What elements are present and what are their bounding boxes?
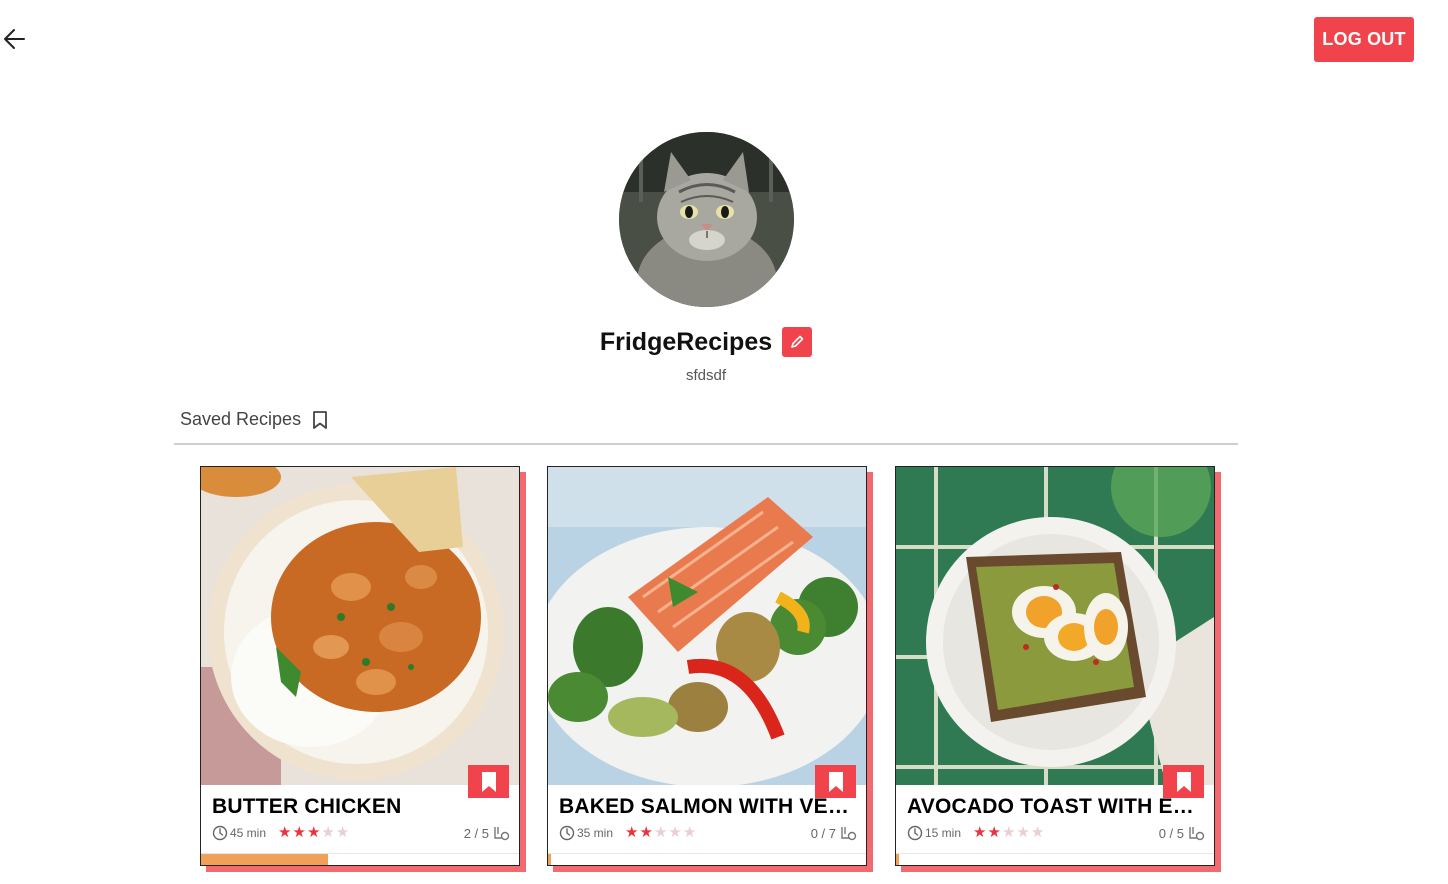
recipe-image	[201, 467, 519, 785]
pencil-icon	[791, 335, 804, 348]
unsave-recipe-button[interactable]	[1163, 765, 1204, 798]
rating-stars: ★ ★ ★ ★ ★	[625, 825, 696, 841]
star-filled-icon: ★	[639, 824, 653, 841]
recipe-title: BUTTER CHICKEN	[212, 795, 402, 818]
star-filled-icon: ★	[278, 824, 292, 841]
recipe-title: BAKED SALMON WITH VEG...	[559, 795, 857, 818]
star-filled-icon: ★	[292, 824, 306, 841]
star-filled-icon: ★	[973, 824, 987, 841]
ingredient-progress-bar	[201, 854, 329, 865]
baked-salmon-image	[548, 467, 866, 785]
ingredients-icon	[494, 827, 510, 841]
recipe-card[interactable]: BUTTER CHICKEN 45 min ★ ★ ★ ★ ★ 2 / 5	[200, 466, 520, 866]
recipe-time: 45 min	[212, 825, 266, 841]
cat-avatar-image	[619, 132, 794, 307]
star-filled-icon: ★	[306, 824, 321, 841]
tab-saved-recipes[interactable]: Saved Recipes	[180, 409, 329, 430]
ingredient-progress-bar	[548, 854, 551, 865]
rating-stars: ★ ★ ★ ★ ★	[278, 825, 349, 841]
profile-subtitle: sfdsdf	[685, 367, 727, 384]
tab-saved-recipes-label: Saved Recipes	[180, 409, 302, 429]
star-empty-icon: ★	[1030, 824, 1045, 841]
bookmark-filled-icon	[481, 771, 496, 792]
recipe-card[interactable]: BAKED SALMON WITH VEG... 35 min ★ ★ ★ ★ ★ 0 …	[547, 466, 867, 866]
recipe-card-wrapper: BAKED SALMON WITH VEG... 35 min ★ ★ ★ ★ ★ 0 …	[547, 466, 874, 872]
progress-track	[548, 853, 866, 854]
arrow-left-icon	[4, 29, 25, 49]
ingredients-icon	[1189, 827, 1205, 841]
star-empty-icon: ★	[682, 824, 697, 841]
edit-profile-button[interactable]	[782, 327, 813, 357]
recipe-time-label: 35 min	[577, 826, 614, 840]
ingredient-count: 0 / 5	[1159, 825, 1205, 841]
star-empty-icon: ★	[321, 824, 335, 841]
recipe-time-label: 15 min	[925, 826, 962, 840]
back-button[interactable]	[2, 26, 30, 54]
star-empty-icon: ★	[653, 824, 668, 841]
ingredient-count-label: 2 / 5	[463, 825, 489, 841]
bookmark-outline-icon	[313, 410, 327, 429]
profile-username: FridgeRecipes	[599, 327, 773, 356]
recipe-card-wrapper: AVOCADO TOAST WITH EGG 15 min ★ ★ ★ ★ ★ 0 / …	[895, 466, 1222, 872]
rating-stars: ★ ★ ★ ★ ★	[973, 825, 1044, 841]
bookmark-filled-icon	[828, 771, 843, 792]
clock-icon	[559, 825, 575, 841]
unsave-recipe-button[interactable]	[815, 765, 856, 798]
star-filled-icon: ★	[987, 824, 1001, 841]
clock-icon	[907, 825, 923, 841]
recipe-title: AVOCADO TOAST WITH EGG	[907, 795, 1205, 818]
recipe-image	[548, 467, 866, 785]
logout-button[interactable]: LOG OUT	[1314, 17, 1414, 62]
star-empty-icon: ★	[1001, 824, 1016, 841]
recipe-time-label: 45 min	[230, 826, 267, 840]
recipe-time: 35 min	[559, 825, 613, 841]
tab-divider	[174, 443, 1238, 445]
ingredients-icon	[841, 827, 857, 841]
star-empty-icon: ★	[668, 824, 682, 841]
star-filled-icon: ★	[625, 824, 639, 841]
recipe-image	[896, 467, 1214, 785]
recipe-time: 15 min	[907, 825, 961, 841]
recipe-card-wrapper: BUTTER CHICKEN 45 min ★ ★ ★ ★ ★ 2 / 5	[200, 466, 527, 872]
avatar	[619, 132, 794, 307]
avocado-toast-image	[896, 467, 1214, 785]
butter-chicken-image	[201, 467, 519, 785]
unsave-recipe-button[interactable]	[468, 765, 509, 798]
clock-icon	[212, 825, 228, 841]
ingredient-progress-bar	[896, 854, 899, 865]
ingredient-count: 2 / 5	[464, 825, 510, 841]
ingredient-count-label: 0 / 7	[810, 825, 836, 841]
ingredient-count-label: 0 / 5	[1158, 825, 1184, 841]
recipe-card[interactable]: AVOCADO TOAST WITH EGG 15 min ★ ★ ★ ★ ★ 0 / …	[895, 466, 1215, 866]
ingredient-count: 0 / 7	[811, 825, 857, 841]
bookmark-filled-icon	[1176, 771, 1191, 792]
progress-track	[896, 853, 1214, 854]
star-empty-icon: ★	[335, 824, 350, 841]
star-empty-icon: ★	[1016, 824, 1030, 841]
